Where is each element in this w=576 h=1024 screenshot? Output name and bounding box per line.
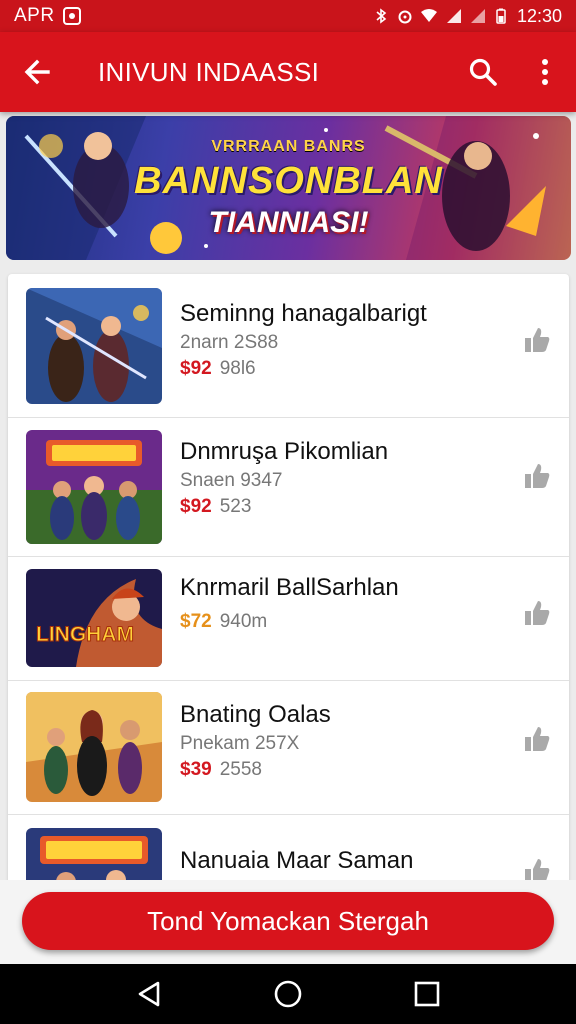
arrow-back-icon bbox=[24, 59, 50, 85]
search-button[interactable] bbox=[452, 32, 514, 112]
item-price-row: $92 523 bbox=[180, 496, 251, 518]
thumbnail-text: LINGHAM bbox=[36, 623, 134, 646]
item-thumbnail bbox=[26, 430, 162, 544]
banner-subtitle: VRRRAAN BANRS bbox=[211, 138, 366, 155]
wifi-icon bbox=[420, 9, 437, 22]
item-subtitle: Snaen 9347 bbox=[180, 470, 283, 491]
page-title: INIVUN INDAASSI bbox=[98, 56, 320, 87]
list-item[interactable]: Dnmruşa Pikomlian Snaen 9347 $92 523 bbox=[8, 418, 569, 557]
item-meta: 2558 bbox=[219, 759, 262, 780]
item-meta: 523 bbox=[219, 496, 252, 517]
item-price: $39 bbox=[180, 759, 212, 780]
nav-back-button[interactable] bbox=[119, 964, 179, 1024]
item-price: $92 bbox=[180, 496, 212, 517]
thumbs-up-icon[interactable] bbox=[521, 460, 553, 492]
item-thumbnail: LINGHAM bbox=[26, 569, 162, 667]
item-title: Bnating Oalas bbox=[180, 701, 331, 728]
item-title: Dnmruşa Pikomlian bbox=[180, 438, 389, 465]
nav-back-icon bbox=[139, 981, 160, 1007]
status-time: 12:30 bbox=[516, 5, 562, 26]
signal-icon bbox=[446, 9, 461, 23]
item-title: Seminng hanagalbarigt bbox=[180, 300, 427, 327]
primary-action-button[interactable]: Tond Yomackan Stergah bbox=[22, 892, 554, 950]
item-price-row: $39 2558 bbox=[180, 759, 262, 781]
item-title: Nanuaia Maar Saman bbox=[180, 847, 414, 874]
item-price-row: $72 940m bbox=[180, 611, 267, 633]
item-subtitle: Pnekam 257X bbox=[180, 733, 300, 754]
battery-icon bbox=[496, 8, 506, 24]
list-item[interactable]: Seminng hanagalbarigt 2narn 2S88 $92 98l6 bbox=[8, 274, 569, 418]
nav-recents-button[interactable] bbox=[397, 964, 457, 1024]
item-meta: 98l6 bbox=[219, 358, 256, 379]
banner-tagline: TIANNIASI! bbox=[208, 206, 369, 239]
status-bar: APR 12:30 bbox=[0, 0, 576, 32]
more-options-button[interactable] bbox=[514, 32, 576, 112]
notification-icon bbox=[62, 7, 81, 25]
app-bar: INIVUN INDAASSI bbox=[0, 32, 576, 112]
alarm-icon bbox=[398, 10, 412, 24]
status-carrier: APR bbox=[14, 5, 55, 26]
search-icon bbox=[469, 58, 497, 86]
banner-title: BANNSONBLAN bbox=[134, 160, 443, 202]
item-price: $72 bbox=[180, 611, 212, 632]
nav-recents-icon bbox=[414, 981, 439, 1007]
game-list: Seminng hanagalbarigt 2narn 2S88 $92 98l6… bbox=[8, 274, 569, 914]
back-button[interactable] bbox=[0, 32, 74, 112]
item-meta: 940m bbox=[219, 611, 268, 632]
list-item[interactable]: LINGHAM Knrmaril BallSarhlan $72 940m bbox=[8, 557, 569, 681]
item-title: Knrmaril BallSarhlan bbox=[180, 574, 399, 601]
thumbs-up-icon[interactable] bbox=[521, 597, 553, 629]
list-item[interactable]: Bnating Oalas Pnekam 257X $39 2558 bbox=[8, 681, 569, 815]
system-navigation-bar bbox=[0, 964, 576, 1024]
promo-banner[interactable]: VRRRAAN BANRS BANNSONBLAN TIANNIASI! bbox=[6, 116, 571, 260]
nav-home-icon bbox=[274, 980, 302, 1008]
item-subtitle: 2narn 2S88 bbox=[180, 332, 279, 353]
thumbs-up-icon[interactable] bbox=[521, 723, 553, 755]
item-price-row: $92 98l6 bbox=[180, 358, 256, 380]
nav-home-button[interactable] bbox=[258, 964, 318, 1024]
signal-icon-2 bbox=[470, 9, 485, 23]
bluetooth-icon bbox=[376, 8, 387, 24]
item-price: $92 bbox=[180, 358, 212, 379]
thumbs-up-icon[interactable] bbox=[521, 324, 553, 356]
item-thumbnail bbox=[26, 692, 162, 802]
more-vert-icon bbox=[542, 59, 548, 85]
item-thumbnail bbox=[26, 288, 162, 404]
